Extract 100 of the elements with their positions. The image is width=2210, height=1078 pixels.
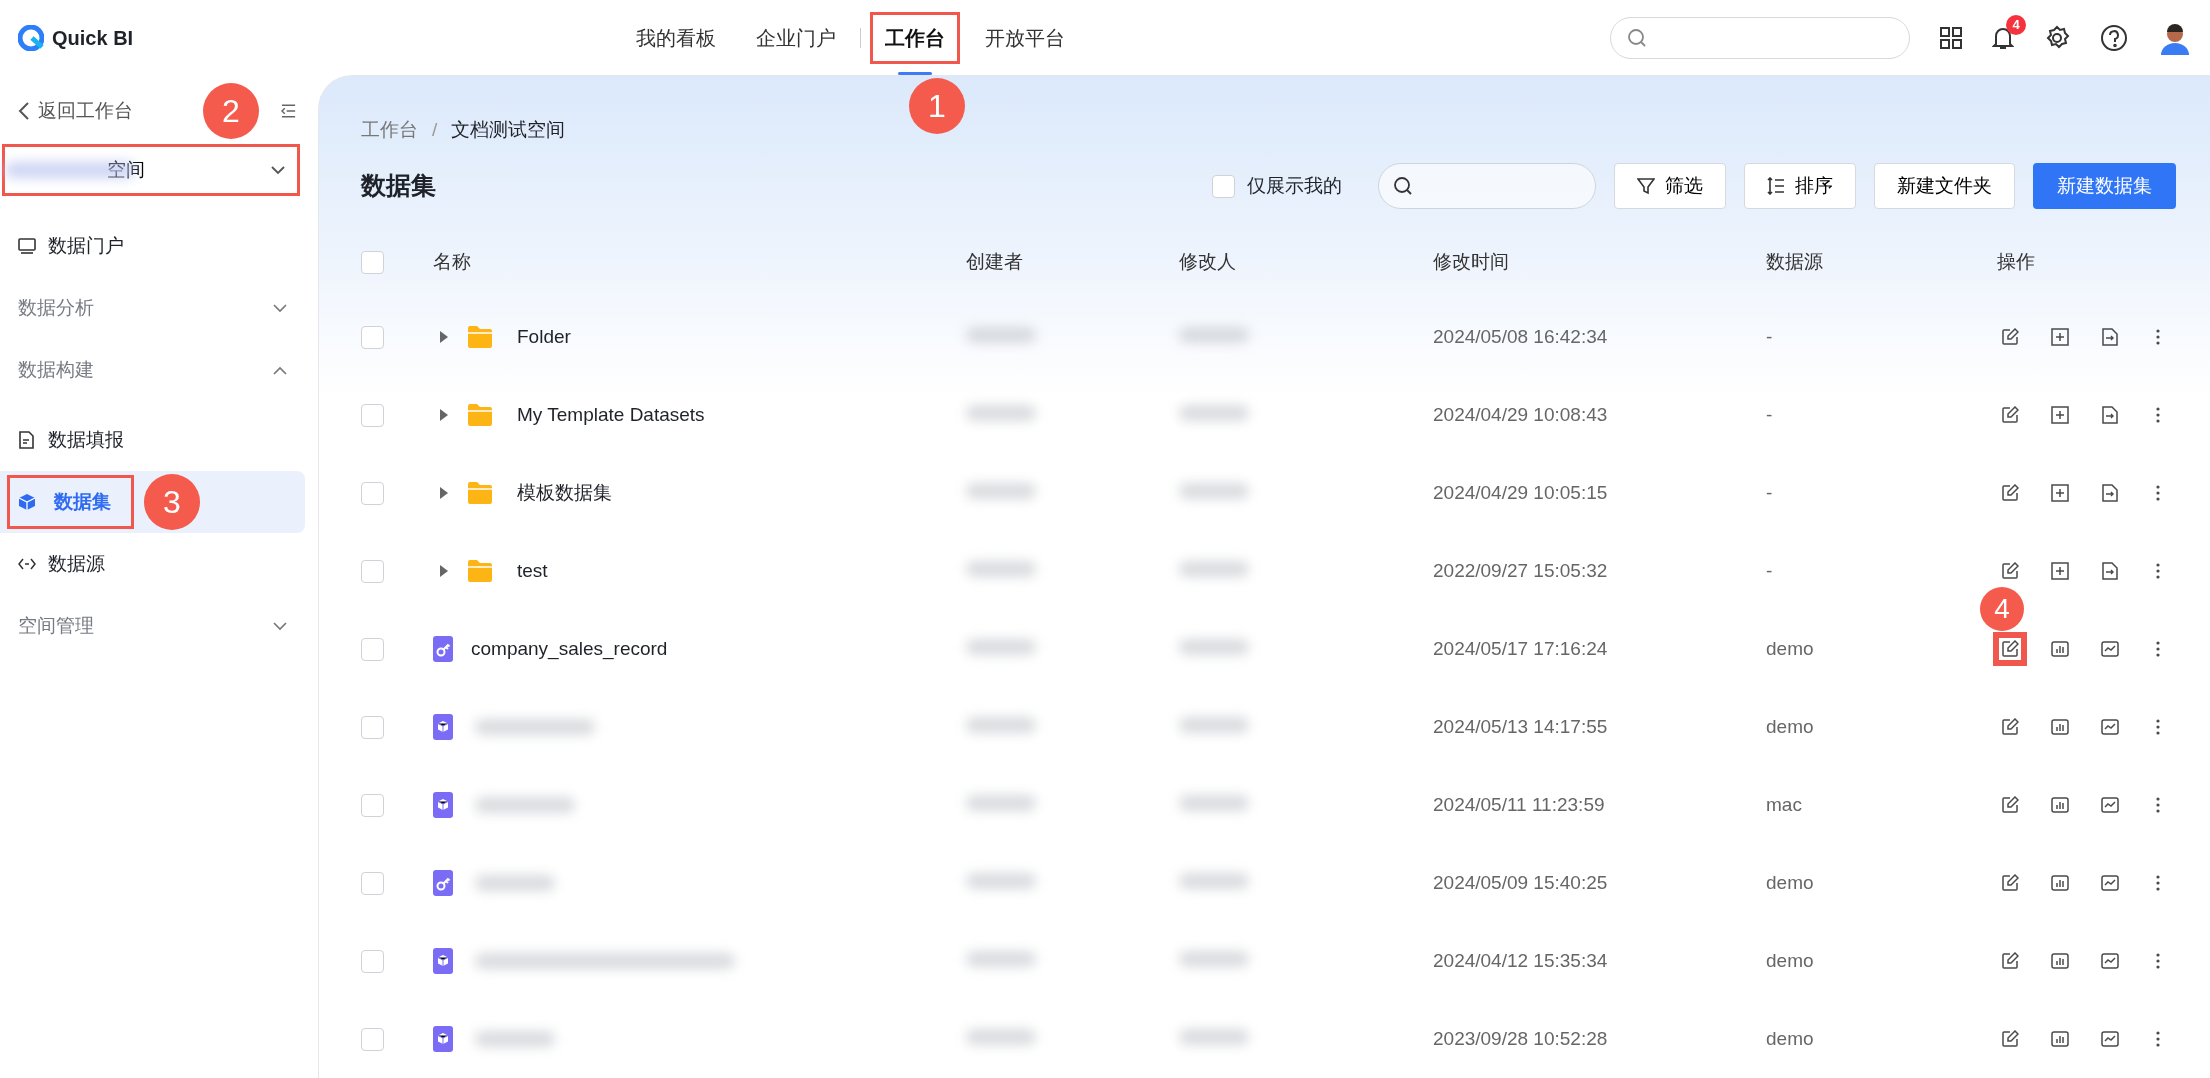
sort-button[interactable]: 排序 (1744, 163, 1856, 209)
cube-icon (433, 792, 453, 818)
checkbox[interactable] (361, 1027, 384, 1051)
dataset-name[interactable]: Folder (517, 322, 571, 352)
table-cell-text: 2024/05/08 16:42:34 (1433, 324, 1609, 349)
folder-icon (467, 481, 493, 505)
sidebar-group[interactable]: 空间管理 (0, 595, 305, 657)
table-cell-text: - (1766, 324, 1774, 349)
line-chart-icon (2101, 874, 2119, 892)
breadcrumb-separator: / (432, 117, 438, 142)
more-icon (2156, 562, 2160, 580)
checkbox-label: 仅展示我的 (1247, 173, 1342, 198)
edit-button[interactable] (1996, 635, 2024, 663)
checkbox[interactable] (361, 715, 384, 739)
plus-square-icon (2051, 484, 2069, 502)
table-cell-text: demo (1766, 870, 1815, 895)
redacted-text (966, 794, 1036, 811)
column-header: 数据源 (1766, 249, 1824, 274)
nav-tab[interactable]: 开放平台 (969, 0, 1081, 75)
table-cell-text: demo (1766, 1026, 1815, 1051)
expand-caret-icon[interactable] (439, 564, 449, 578)
sidebar-group[interactable]: 数据构建 (0, 339, 305, 401)
settings-icon[interactable] (2044, 24, 2070, 51)
more-icon (2156, 952, 2160, 970)
checkbox[interactable] (361, 637, 384, 661)
step-number-badge: 2 (203, 83, 259, 139)
nav-tab[interactable]: 工作台 (869, 0, 961, 75)
edit-icon (2001, 1030, 2019, 1048)
checkbox[interactable] (361, 481, 384, 505)
more-icon (2156, 874, 2160, 892)
file-arrow-icon (2101, 328, 2119, 346)
redacted-text (1179, 950, 1249, 967)
line-chart-icon (2101, 718, 2119, 736)
redacted-text (966, 482, 1036, 499)
folder-icon (467, 559, 493, 583)
redacted-text (1179, 872, 1249, 889)
edit-icon (2001, 952, 2019, 970)
chevron-down-icon (273, 303, 287, 313)
filter-button[interactable]: 筛选 (1614, 163, 1726, 209)
file-arrow-icon (2101, 406, 2119, 424)
bar-chart-icon (2051, 718, 2069, 736)
nav-tab[interactable]: 我的看板 (620, 0, 732, 75)
apps-grid-icon[interactable] (1940, 26, 1962, 49)
checkbox[interactable] (361, 949, 384, 973)
expand-caret-icon[interactable] (439, 486, 449, 500)
new-dataset-button[interactable]: 新建数据集 (2033, 163, 2176, 209)
redacted-text (966, 560, 1036, 577)
sort-icon (1767, 177, 1785, 195)
plus-square-icon (2051, 328, 2069, 346)
search-field[interactable] (1378, 163, 1596, 209)
checkbox[interactable] (361, 403, 384, 427)
edit-icon (2001, 874, 2019, 892)
redacted-text (966, 638, 1036, 655)
cube-icon (433, 714, 453, 740)
dataset-name[interactable]: test (517, 556, 548, 586)
sidebar-item[interactable]: 数据填报 (0, 409, 305, 471)
checkbox[interactable] (361, 871, 384, 895)
dataset-name[interactable]: company_sales_record (471, 634, 668, 664)
redacted-text (1179, 326, 1249, 343)
chevron-up-icon (273, 365, 287, 375)
table-cell-text: demo (1766, 714, 1815, 739)
collapse-menu-icon[interactable] (280, 104, 296, 118)
search-field[interactable] (1610, 16, 1910, 59)
sidebar-item[interactable]: 数据源 (0, 533, 305, 595)
edit-icon (2001, 796, 2019, 814)
filter-label: 筛选 (1665, 173, 1703, 198)
nav-tab[interactable]: 企业门户 (740, 0, 852, 75)
key-icon (433, 636, 453, 662)
edit-icon (2001, 328, 2019, 346)
bar-chart-icon (2051, 796, 2069, 814)
expand-caret-icon[interactable] (439, 330, 449, 344)
checkbox[interactable] (1212, 174, 1235, 198)
expand-caret-icon[interactable] (439, 408, 449, 422)
plus-square-icon (2051, 406, 2069, 424)
file-arrow-icon (2101, 484, 2119, 502)
table-cell-text: 2023/09/28 10:52:28 (1433, 1026, 1609, 1051)
table-cell-text: 2024/04/12 15:35:34 (1433, 948, 1609, 973)
sidebar-item[interactable]: 数据门户 (0, 215, 305, 277)
help-icon[interactable] (2100, 23, 2128, 52)
checkbox[interactable] (361, 250, 384, 274)
space-selector[interactable]: 空间 (5, 147, 297, 193)
chevron-down-icon (271, 165, 285, 175)
page-title: 数据集 (361, 170, 436, 202)
line-chart-icon (2101, 952, 2119, 970)
dataset-name[interactable]: 模板数据集 (517, 478, 612, 508)
checkbox[interactable] (361, 559, 384, 583)
sidebar-group[interactable]: 数据分析 (0, 277, 305, 339)
cube-icon (18, 493, 36, 511)
bar-chart-icon (2051, 952, 2069, 970)
new-folder-button[interactable]: 新建文件夹 (1874, 163, 2015, 209)
cube-icon (433, 1026, 453, 1052)
table-cell-text: 2022/09/27 15:05:32 (1433, 558, 1609, 583)
checkbox[interactable] (361, 793, 384, 817)
redacted-text (1179, 482, 1249, 499)
checkbox[interactable] (361, 325, 384, 349)
bar-chart-icon (2051, 874, 2069, 892)
dataset-name[interactable]: My Template Datasets (517, 400, 705, 430)
more-icon (2156, 718, 2160, 736)
logo-text: Quick BI (52, 25, 134, 51)
breadcrumb-link[interactable]: 工作台 (361, 115, 418, 144)
